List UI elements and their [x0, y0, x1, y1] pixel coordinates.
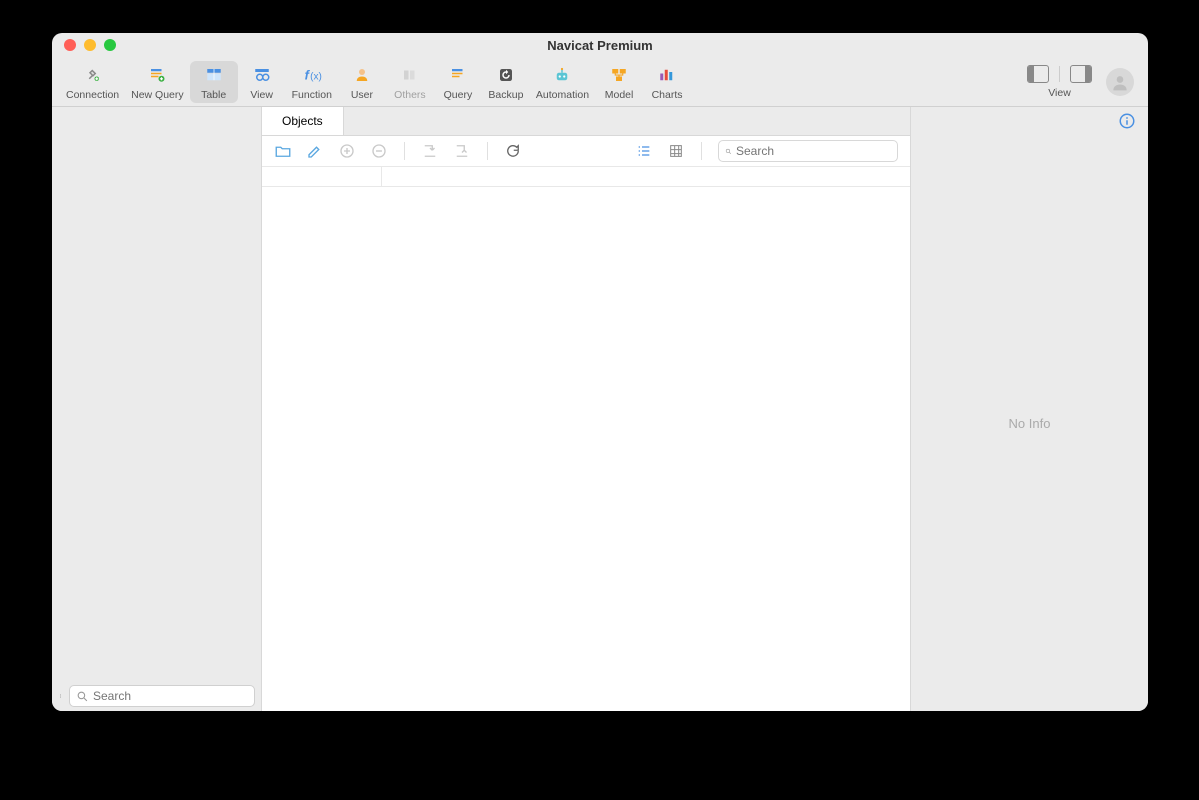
new-query-button[interactable]: New Query: [125, 61, 190, 103]
model-button[interactable]: Model: [595, 61, 643, 103]
info-panel-body: No Info: [911, 135, 1148, 711]
objects-column-header: [262, 167, 910, 187]
charts-button[interactable]: Charts: [643, 61, 691, 103]
objects-search-input[interactable]: [736, 144, 891, 158]
sidebar-footer: [52, 681, 261, 711]
objects-content[interactable]: [262, 187, 910, 711]
svg-text:(x): (x): [310, 71, 322, 82]
edit-icon[interactable]: [306, 142, 324, 160]
main-toolbar: Connection New Query Table View f(x) Fun…: [52, 57, 1148, 107]
backup-button[interactable]: Backup: [482, 61, 530, 103]
grid-view-button[interactable]: [667, 142, 685, 160]
separator: [404, 142, 405, 160]
info-icon[interactable]: [1118, 112, 1136, 130]
table-icon: [200, 63, 228, 87]
list-icon: [636, 143, 652, 159]
connection-button[interactable]: Connection: [60, 61, 125, 103]
separator: [487, 142, 488, 160]
view-button[interactable]: View: [238, 61, 286, 103]
search-icon: [725, 145, 732, 158]
export-icon[interactable]: [453, 142, 471, 160]
charts-icon: [653, 63, 681, 87]
objects-toolbar: [262, 135, 910, 167]
view-icon: [248, 63, 276, 87]
user-button[interactable]: User: [338, 61, 386, 103]
user-avatar[interactable]: [1106, 68, 1134, 96]
separator: [701, 142, 702, 160]
tabs-bar: Objects: [262, 107, 910, 135]
query-icon: [444, 63, 472, 87]
grid-icon: [668, 143, 684, 159]
sidebar-search-input[interactable]: [93, 689, 248, 703]
column-header[interactable]: [262, 167, 382, 186]
search-icon: [76, 690, 89, 703]
sidebar-tree[interactable]: [52, 107, 261, 681]
user-icon: [348, 63, 376, 87]
avatar-icon: [1110, 72, 1130, 92]
query-button[interactable]: Query: [434, 61, 482, 103]
import-icon[interactable]: [421, 142, 439, 160]
table-button[interactable]: Table: [190, 61, 238, 103]
list-view-button[interactable]: [635, 142, 653, 160]
center-panel: Objects: [262, 107, 910, 711]
backup-icon: [492, 63, 520, 87]
sidebar: [52, 107, 262, 711]
titlebar: Navicat Premium: [52, 33, 1148, 57]
objects-search[interactable]: [718, 140, 898, 162]
others-icon: [396, 63, 424, 87]
query-plus-icon: [143, 63, 171, 87]
sync-icon[interactable]: [58, 689, 63, 703]
function-icon: f(x): [298, 63, 326, 87]
sidebar-search[interactable]: [69, 685, 255, 707]
toggle-left-panel-button[interactable]: [1027, 65, 1049, 83]
app-body: Objects: [52, 107, 1148, 711]
function-button[interactable]: f(x) Function: [286, 61, 338, 103]
toolbar-view-group: View: [1027, 65, 1092, 99]
robot-icon: [548, 63, 576, 87]
add-icon[interactable]: [338, 142, 356, 160]
separator: [1059, 66, 1060, 82]
open-icon[interactable]: [274, 142, 292, 160]
model-icon: [605, 63, 633, 87]
info-panel: No Info: [910, 107, 1148, 711]
others-button[interactable]: Others: [386, 61, 434, 103]
refresh-icon[interactable]: [504, 142, 522, 160]
no-info-label: No Info: [1009, 416, 1051, 431]
tab-objects[interactable]: Objects: [262, 107, 344, 136]
app-window: Navicat Premium Connection New Query Tab…: [52, 33, 1148, 711]
toggle-right-panel-button[interactable]: [1070, 65, 1092, 83]
remove-icon[interactable]: [370, 142, 388, 160]
window-title: Navicat Premium: [52, 38, 1148, 53]
automation-button[interactable]: Automation: [530, 61, 595, 103]
info-panel-header: [911, 107, 1148, 135]
plug-icon: [79, 63, 107, 87]
